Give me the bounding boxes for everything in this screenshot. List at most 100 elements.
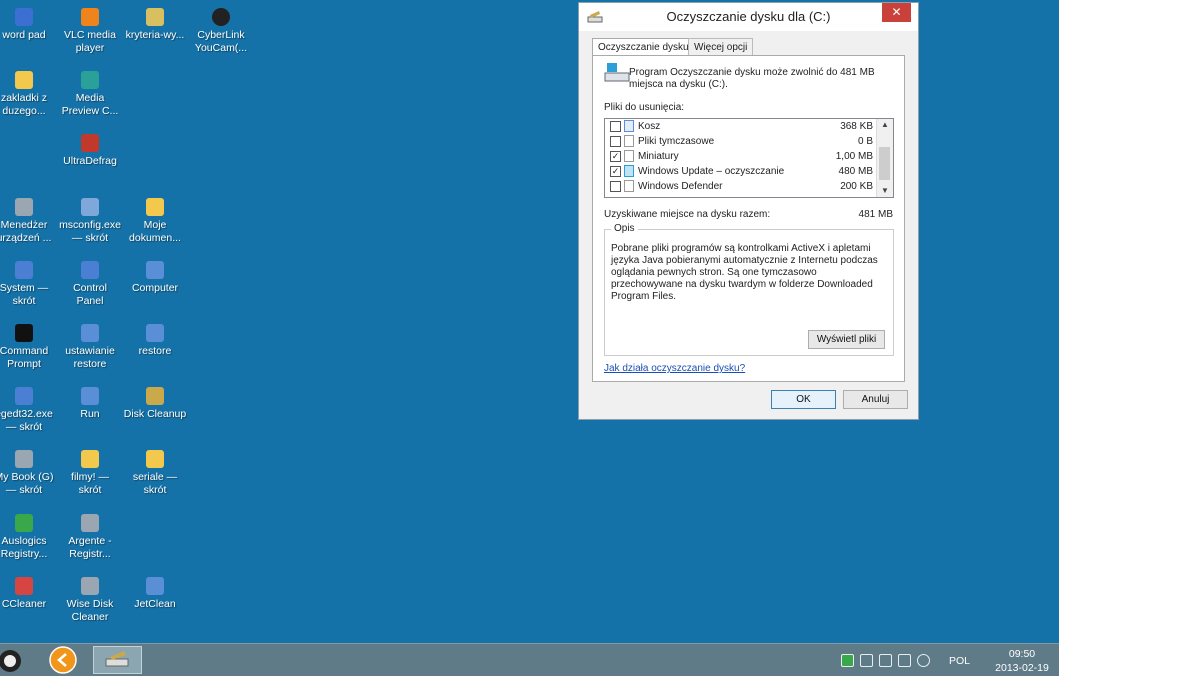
auslogics-icon bbox=[15, 514, 33, 532]
desktop-icon-jetclean[interactable]: JetClean bbox=[123, 577, 187, 637]
desktop-icon-device-manager[interactable]: Menedżer urządzeń ... bbox=[0, 198, 56, 258]
folder-icon bbox=[146, 198, 164, 216]
desktop-icon-system[interactable]: System — skrót bbox=[0, 261, 56, 321]
intro-text: Program Oczyszczanie dysku może zwolnić … bbox=[629, 67, 875, 90]
run-icon bbox=[81, 387, 99, 405]
desktop-icon-run[interactable]: Run bbox=[58, 387, 122, 447]
title-bar[interactable]: Oczyszczanie dysku dla (C:) ✕ bbox=[579, 3, 918, 31]
list-scrollbar[interactable]: ▲ ▼ bbox=[876, 119, 893, 197]
command-prompt-icon bbox=[15, 324, 33, 342]
file-size: 200 KB bbox=[840, 181, 873, 192]
scroll-up-icon[interactable]: ▲ bbox=[877, 119, 893, 131]
file-name: Windows Update – oczyszczanie bbox=[638, 166, 785, 177]
taskbar: POL 09:50 2013-02-19 bbox=[0, 643, 1059, 676]
desktop-icon-label: My Book (G) — skrót bbox=[0, 471, 54, 496]
files-list[interactable]: Kosz 368 KB Pliki tymczasowe 0 B ✓ Minia… bbox=[604, 118, 894, 198]
desktop-icon-label: Moje dokumen... bbox=[129, 219, 181, 244]
desktop-icon-ultradefrag[interactable]: UltraDefrag bbox=[58, 134, 122, 194]
desktop-icon-ustawianie-restore[interactable]: ustawianie restore bbox=[58, 324, 122, 384]
desktop-icon-seriale[interactable]: seriale — skrót bbox=[123, 450, 187, 510]
cancel-button[interactable]: Anuluj bbox=[843, 390, 908, 409]
desktop-icon-restore[interactable]: restore bbox=[123, 324, 187, 384]
desktop-icon-msconfig[interactable]: msconfig.exe — skrót bbox=[58, 198, 122, 258]
checkbox[interactable] bbox=[610, 181, 621, 192]
help-link[interactable]: Jak działa oczyszczanie dysku? bbox=[604, 363, 745, 374]
checkbox[interactable] bbox=[610, 121, 621, 132]
desktop-icon-control-panel[interactable]: Control Panel bbox=[58, 261, 122, 321]
desktop-icon-zakladki[interactable]: zakladki z duzego... bbox=[0, 71, 56, 131]
recycle-bin-icon bbox=[624, 120, 634, 132]
scroll-down-icon[interactable]: ▼ bbox=[877, 185, 893, 197]
desktop-icon-kryteria[interactable]: kryteria-wy... bbox=[123, 8, 187, 68]
ok-button[interactable]: OK bbox=[771, 390, 836, 409]
desktop-icon-label: word pad bbox=[2, 29, 46, 41]
desktop-icon-argente[interactable]: Argente - Registr... bbox=[58, 514, 122, 574]
file-size: 368 KB bbox=[840, 121, 873, 132]
taskbar-app-disk-cleanup[interactable] bbox=[93, 646, 142, 674]
language-indicator[interactable]: POL bbox=[949, 655, 970, 667]
desktop-icon-wordpad[interactable]: word pad bbox=[0, 8, 56, 68]
security-icon[interactable] bbox=[841, 654, 854, 667]
desktop-icon-moje-dokumenty[interactable]: Moje dokumen... bbox=[123, 198, 187, 258]
description-legend: Opis bbox=[611, 223, 638, 234]
desktop-icon-my-book[interactable]: My Book (G) — skrót bbox=[0, 450, 56, 510]
desktop-icon-command-prompt[interactable]: Command Prompt bbox=[0, 324, 56, 384]
desktop-icon-wise-disk-cleaner[interactable]: Wise Disk Cleaner bbox=[58, 577, 122, 637]
list-item[interactable]: Windows Defender 200 KB bbox=[605, 179, 877, 194]
desktop-icon-label: Command Prompt bbox=[0, 345, 49, 370]
device-icon[interactable] bbox=[879, 654, 892, 667]
desktop-icon-label: JetClean bbox=[134, 598, 176, 610]
folder-icon bbox=[146, 450, 164, 468]
desktop-icon-ccleaner[interactable]: CCleaner bbox=[0, 577, 56, 637]
checkbox[interactable] bbox=[610, 136, 621, 147]
desktop-icon-label: Run bbox=[80, 408, 100, 420]
view-files-button[interactable]: Wyświetl pliki bbox=[808, 330, 885, 349]
file-icon bbox=[624, 135, 634, 147]
description-group: Opis Pobrane pliki programów są kontrolk… bbox=[604, 223, 894, 356]
desktop-icon-label: kryteria-wy... bbox=[125, 29, 185, 41]
scrollbar-thumb[interactable] bbox=[879, 147, 890, 180]
desktop-icon-label: Disk Cleanup bbox=[123, 408, 187, 420]
list-item[interactable]: ✓ Windows Update – oczyszczanie 480 MB bbox=[605, 164, 877, 179]
file-size: 0 B bbox=[857, 136, 873, 147]
desktop-icon-regedt32[interactable]: egedt32.exe — skrót bbox=[0, 387, 56, 447]
desktop-icon-auslogics[interactable]: Auslogics Registry... bbox=[0, 514, 56, 574]
desktop-icon-cyberlink-youcam[interactable]: CyberLink YouCam(... bbox=[189, 8, 253, 68]
checkbox-checked[interactable]: ✓ bbox=[610, 151, 621, 162]
taskbar-app-orange[interactable] bbox=[46, 646, 80, 674]
volume-icon[interactable] bbox=[917, 654, 930, 667]
file-icon bbox=[624, 150, 634, 162]
desktop-icon-label: zakladki z duzego... bbox=[0, 92, 48, 117]
msconfig-icon bbox=[81, 198, 99, 216]
desktop-icon-label: Auslogics Registry... bbox=[0, 535, 48, 560]
file-name: Windows Defender bbox=[638, 181, 723, 192]
desktop-icon-disk-cleanup[interactable]: Disk Cleanup bbox=[123, 387, 187, 447]
file-name: Miniatury bbox=[638, 151, 679, 162]
jetclean-icon bbox=[146, 577, 164, 595]
argente-icon bbox=[81, 514, 99, 532]
network-icon[interactable] bbox=[898, 654, 911, 667]
desktop-icon-vlc[interactable]: VLC media player bbox=[58, 8, 122, 68]
start-button[interactable] bbox=[0, 646, 30, 674]
desktop-icon-label: System — skrót bbox=[0, 282, 49, 307]
desktop-icon-label: CCleaner bbox=[1, 598, 47, 610]
list-item[interactable]: ✓ Miniatury 1,00 MB bbox=[605, 149, 877, 164]
wise-disk-cleaner-icon bbox=[81, 577, 99, 595]
flag-icon[interactable] bbox=[860, 654, 873, 667]
file-name: Pliki tymczasowe bbox=[638, 136, 715, 147]
desktop-icon-label: restore bbox=[138, 345, 172, 357]
folder-icon bbox=[81, 450, 99, 468]
clock-date[interactable]: 2013-02-19 bbox=[987, 662, 1057, 674]
desktop-icon-filmy[interactable]: filmy! — skrót bbox=[58, 450, 122, 510]
desktop-icon-computer[interactable]: Computer bbox=[123, 261, 187, 321]
file-size: 480 MB bbox=[838, 166, 873, 177]
control-panel-icon bbox=[81, 261, 99, 279]
close-button[interactable]: ✕ bbox=[882, 3, 911, 22]
list-item[interactable]: Pliki tymczasowe 0 B bbox=[605, 134, 877, 149]
list-item[interactable]: Kosz 368 KB bbox=[605, 119, 877, 134]
desktop-icon-media-preview[interactable]: Media Preview C... bbox=[58, 71, 122, 131]
drive-icon bbox=[15, 450, 33, 468]
clock-time[interactable]: 09:50 bbox=[997, 648, 1047, 660]
checkbox-checked[interactable]: ✓ bbox=[610, 166, 621, 177]
computer-icon bbox=[146, 261, 164, 279]
